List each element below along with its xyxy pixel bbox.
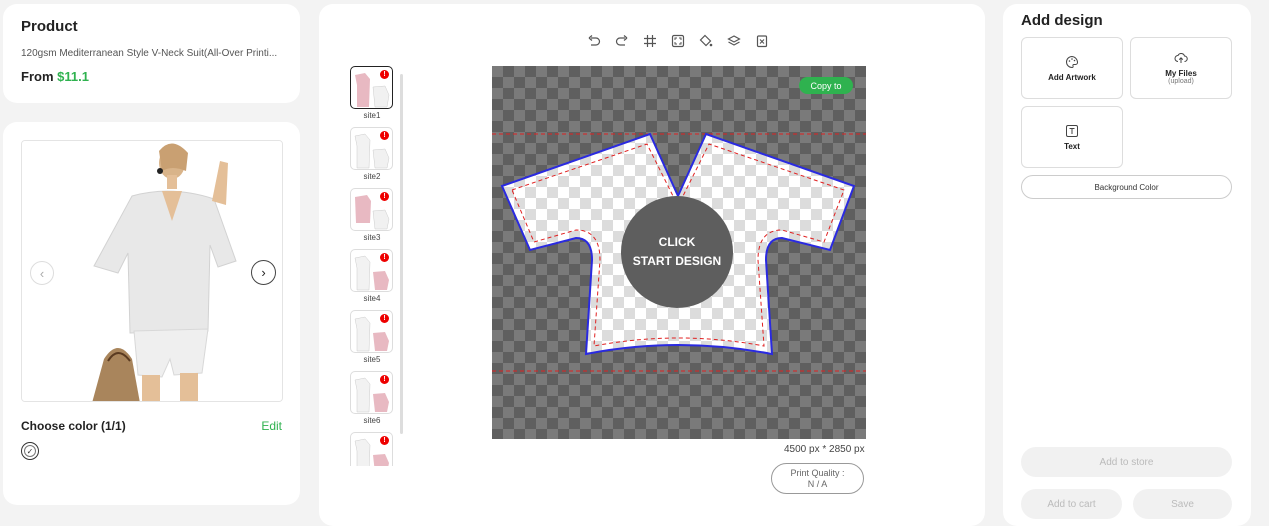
canvas-dimensions: 4500 px * 2850 px <box>784 444 865 455</box>
site-thumb-1[interactable]: ! site1 <box>350 66 394 127</box>
grid-button[interactable] <box>643 34 657 48</box>
site-thumb-6[interactable]: ! site6 <box>350 371 394 432</box>
site-thumb-5[interactable]: ! site5 <box>350 310 394 371</box>
site-label: site3 <box>363 233 381 242</box>
price-prefix: From <box>21 69 54 84</box>
site-thumb-7[interactable]: ! <box>350 432 394 466</box>
text-icon <box>1066 124 1078 137</box>
quality-value: N / A <box>807 478 828 489</box>
chevron-left-icon: ‹ <box>39 265 45 281</box>
background-color-button[interactable]: Background Color <box>1021 175 1232 199</box>
cloud-upload-icon <box>1174 53 1188 63</box>
warning-badge: ! <box>380 192 389 201</box>
add-design-heading: Add design <box>1021 12 1103 29</box>
add-artwork-button[interactable]: Add Artwork <box>1021 37 1123 99</box>
canvas-card: ! site1 ! site2 ! site3 ! site4 ! site5 … <box>319 4 985 526</box>
fit-screen-button[interactable] <box>671 34 685 48</box>
delete-button[interactable] <box>755 34 769 48</box>
price-amount: $11.1 <box>57 69 89 84</box>
warning-badge: ! <box>380 70 389 79</box>
warning-badge: ! <box>380 314 389 323</box>
chevron-right-icon: › <box>261 265 266 280</box>
choose-color-row: Choose color (1/1) Edit <box>21 419 282 433</box>
carousel-prev-button[interactable]: ‹ <box>30 261 54 285</box>
site-thumbnail-list[interactable]: ! site1 ! site2 ! site3 ! site4 ! site5 … <box>350 66 394 466</box>
product-card: Product 120gsm Mediterranean Style V-Nec… <box>3 4 300 103</box>
model-photo <box>22 141 282 401</box>
thumb-image: ! <box>350 127 393 170</box>
canvas-toolbar <box>587 34 769 48</box>
add-to-store-button[interactable]: Add to store <box>1021 447 1232 477</box>
start-line-2: START DESIGN <box>632 254 722 268</box>
fill-icon <box>699 34 713 47</box>
save-button[interactable]: Save <box>1133 489 1232 519</box>
start-line-1: CLICK <box>658 235 696 249</box>
warning-badge: ! <box>380 375 389 384</box>
carousel-next-button[interactable]: › <box>251 260 276 285</box>
fit-screen-icon <box>671 34 685 48</box>
site-label: site5 <box>363 355 381 364</box>
start-design-button[interactable]: CLICK START DESIGN <box>621 196 733 308</box>
edit-color-link[interactable]: Edit <box>261 419 282 433</box>
warning-badge: ! <box>380 131 389 140</box>
product-name: 120gsm Mediterranean Style V-Neck Suit(A… <box>21 48 278 59</box>
check-icon: ✓ <box>24 445 36 457</box>
my-files-label: My Files <box>1165 69 1197 78</box>
thumb-image: ! <box>350 371 393 414</box>
site-label: site6 <box>363 416 381 425</box>
thumb-image: ! <box>350 432 393 466</box>
fill-button[interactable] <box>699 34 713 48</box>
add-to-cart-button[interactable]: Add to cart <box>1021 489 1122 519</box>
site-thumb-4[interactable]: ! site4 <box>350 249 394 310</box>
site-label: site2 <box>363 172 381 181</box>
delete-icon <box>756 35 768 48</box>
text-label: Text <box>1064 141 1080 151</box>
color-swatch[interactable]: ✓ <box>21 442 39 460</box>
layers-icon <box>727 35 741 46</box>
thumb-image: ! <box>350 310 393 353</box>
product-heading: Product <box>21 18 78 35</box>
add-artwork-label: Add Artwork <box>1048 72 1096 82</box>
thumb-image: ! <box>350 66 393 109</box>
undo-button[interactable] <box>587 34 601 48</box>
product-price: From $11.1 <box>21 69 282 84</box>
redo-button[interactable] <box>615 34 629 48</box>
site-thumb-3[interactable]: ! site3 <box>350 188 394 249</box>
add-text-button[interactable]: Text <box>1021 106 1123 168</box>
grid-icon <box>644 35 656 47</box>
preview-card: ‹ › Choose color (1/1) Edit ✓ <box>3 122 300 505</box>
site-thumb-2[interactable]: ! site2 <box>350 127 394 188</box>
warning-badge: ! <box>380 436 389 445</box>
layers-button[interactable] <box>727 34 741 48</box>
my-files-sublabel: (upload) <box>1168 78 1194 85</box>
site-label: site4 <box>363 294 381 303</box>
design-canvas[interactable]: Copy to CLICK START DESIGN <box>492 66 866 439</box>
thumb-image: ! <box>350 188 393 231</box>
undo-icon <box>588 35 601 46</box>
warning-badge: ! <box>380 253 389 262</box>
copy-to-button[interactable]: Copy to <box>799 77 853 94</box>
product-preview-image: ‹ › <box>21 140 283 402</box>
thumb-image: ! <box>350 249 393 292</box>
add-design-panel: Add design Add Artwork My Files (upload)… <box>1003 4 1251 526</box>
print-quality-badge[interactable]: Print Quality : N / A <box>771 463 864 494</box>
choose-color-label: Choose color (1/1) <box>21 419 126 433</box>
thumbnail-scrollbar[interactable] <box>400 74 403 434</box>
redo-icon <box>615 35 628 46</box>
palette-icon <box>1066 55 1079 68</box>
quality-label: Print Quality : <box>790 467 845 478</box>
site-label: site1 <box>363 111 381 120</box>
my-files-upload-button[interactable]: My Files (upload) <box>1130 37 1232 99</box>
